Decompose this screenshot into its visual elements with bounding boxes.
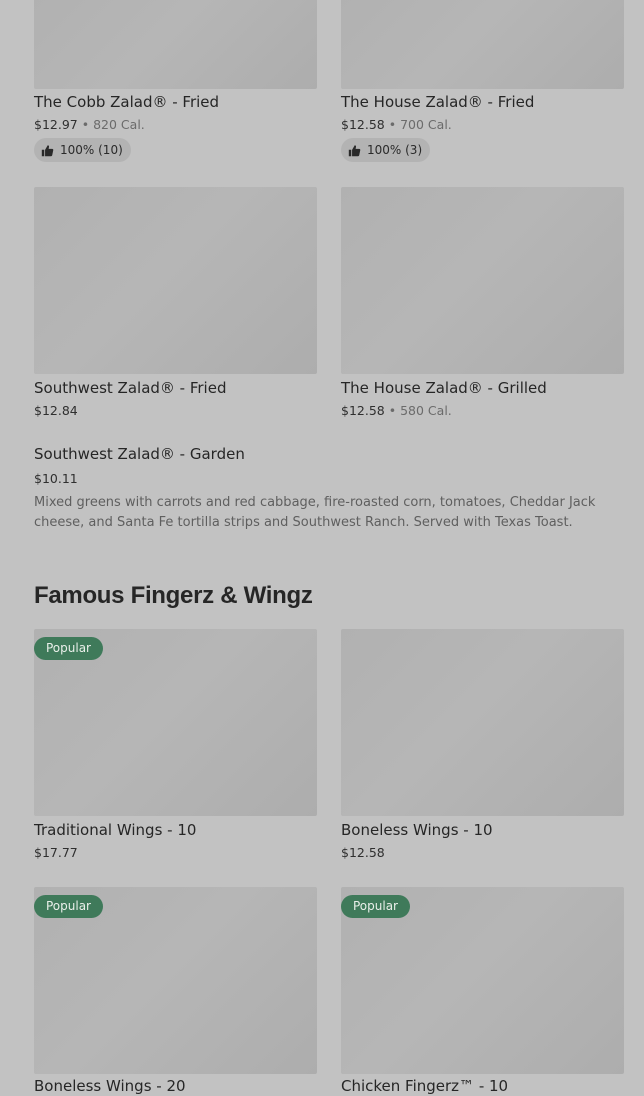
popular-badge: Popular bbox=[34, 895, 103, 918]
section-title-fingerz-wingz: Famous Fingerz & Wingz bbox=[34, 582, 313, 609]
thumbs-up-icon bbox=[348, 144, 361, 157]
item-image-house-grilled[interactable] bbox=[341, 187, 624, 374]
item-price-boneless-wings-10: $12.58 bbox=[341, 845, 385, 860]
rating-pill-house-fried: 100% (3) bbox=[341, 138, 431, 162]
item-meta-house-grilled: $12.58 • 580 Cal. bbox=[341, 403, 452, 419]
item-calories: 580 Cal. bbox=[400, 403, 452, 418]
item-title-southwest-garden[interactable]: Southwest Zalad® - Garden bbox=[34, 444, 245, 464]
item-image-cobb-fried[interactable] bbox=[34, 0, 317, 89]
item-price: $12.58 bbox=[341, 117, 385, 132]
item-title-house-grilled[interactable]: The House Zalad® - Grilled bbox=[341, 378, 547, 398]
item-image-boneless-wings-10[interactable] bbox=[341, 629, 624, 816]
rating-text: 100% (10) bbox=[60, 143, 123, 157]
item-price: $12.84 bbox=[34, 403, 78, 418]
item-title-house-fried[interactable]: The House Zalad® - Fried bbox=[341, 92, 534, 112]
item-price-southwest-garden: $10.11 bbox=[34, 471, 78, 486]
item-price-traditional-wings-10: $17.77 bbox=[34, 845, 78, 860]
item-meta-cobb-fried: $12.97 • 820 Cal. bbox=[34, 117, 145, 133]
item-price: $12.58 bbox=[341, 403, 385, 418]
item-title-boneless-wings-10[interactable]: Boneless Wings - 10 bbox=[341, 820, 493, 840]
separator-dot: • bbox=[388, 403, 397, 418]
popular-badge: Popular bbox=[34, 637, 103, 660]
rating-text: 100% (3) bbox=[367, 143, 423, 157]
item-calories: 700 Cal. bbox=[400, 117, 452, 132]
thumbs-up-icon bbox=[41, 144, 54, 157]
item-meta-house-fried: $12.58 • 700 Cal. bbox=[341, 117, 452, 133]
item-image-house-fried[interactable] bbox=[341, 0, 624, 89]
item-title-chicken-fingerz-10[interactable]: Chicken Fingerz™ - 10 bbox=[341, 1076, 508, 1096]
item-calories: 820 Cal. bbox=[93, 117, 145, 132]
item-description-southwest-garden: Mixed greens with carrots and red cabbag… bbox=[34, 495, 596, 530]
popular-badge: Popular bbox=[341, 895, 410, 918]
item-meta-southwest-fried: $12.84 bbox=[34, 403, 78, 419]
item-title-traditional-wings-10[interactable]: Traditional Wings - 10 bbox=[34, 820, 196, 840]
item-title-cobb-fried[interactable]: The Cobb Zalad® - Fried bbox=[34, 92, 219, 112]
item-title-southwest-fried[interactable]: Southwest Zalad® - Fried bbox=[34, 378, 226, 398]
item-title-boneless-wings-20[interactable]: Boneless Wings - 20 bbox=[34, 1076, 186, 1096]
item-price: $12.97 bbox=[34, 117, 78, 132]
separator-dot: • bbox=[81, 117, 90, 132]
item-image-southwest-fried[interactable] bbox=[34, 187, 317, 374]
rating-pill-cobb-fried: 100% (10) bbox=[34, 138, 131, 162]
separator-dot: • bbox=[388, 117, 397, 132]
